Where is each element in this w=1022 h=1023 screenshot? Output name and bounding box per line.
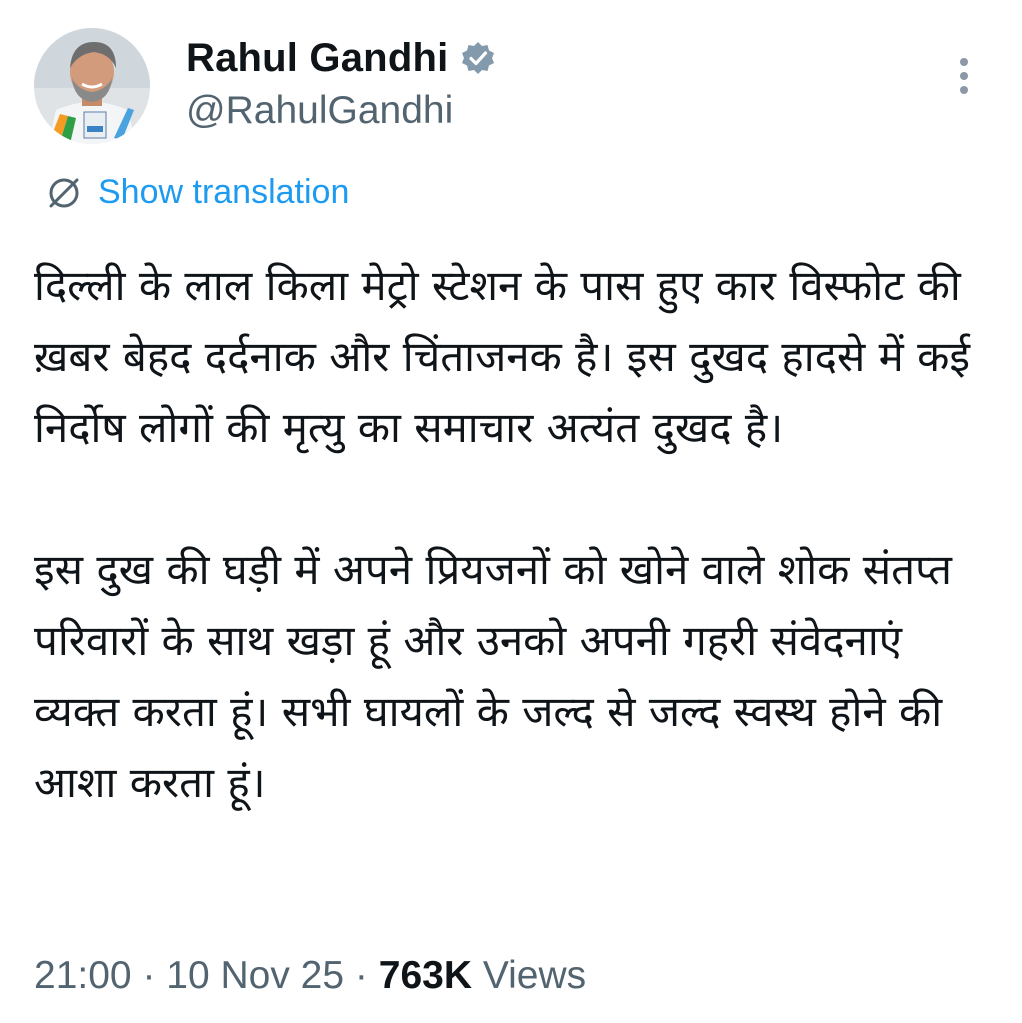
show-translation-link[interactable]: Show translation: [44, 170, 349, 214]
dot-icon: [960, 72, 968, 80]
tweet-time[interactable]: 21:00: [34, 954, 132, 997]
verified-badge-icon: [462, 42, 495, 74]
author-name-row[interactable]: Rahul Gandhi: [186, 34, 496, 82]
tweet-paragraph: इस दुख की घड़ी में अपने प्रियजनों को खोन…: [34, 545, 952, 807]
views-label[interactable]: Views: [472, 954, 586, 997]
globe-slash-icon: [49, 178, 79, 208]
more-options-button[interactable]: [944, 52, 984, 100]
tweet-text: दिल्ली के लाल किला मेट्रो स्टेशन के पास …: [34, 250, 994, 818]
show-translation-label[interactable]: Show translation: [98, 170, 349, 214]
author-handle[interactable]: @RahulGandhi: [186, 88, 453, 134]
author-display-name[interactable]: Rahul Gandhi: [186, 34, 448, 82]
tweet-date[interactable]: 10 Nov 25: [166, 954, 344, 997]
tweet-metadata: 21:00 · 10 Nov 25 · 763K Views: [34, 950, 586, 1002]
views-count[interactable]: 763K: [379, 954, 472, 997]
tweet-paragraph: दिल्ली के लाल किला मेट्रो स्टेशन के पास …: [34, 261, 970, 452]
profile-avatar[interactable]: [34, 28, 150, 144]
dot-icon: [960, 58, 968, 66]
meta-separator: ·: [131, 954, 167, 997]
meta-separator: ·: [344, 954, 379, 997]
dot-icon: [960, 86, 968, 94]
